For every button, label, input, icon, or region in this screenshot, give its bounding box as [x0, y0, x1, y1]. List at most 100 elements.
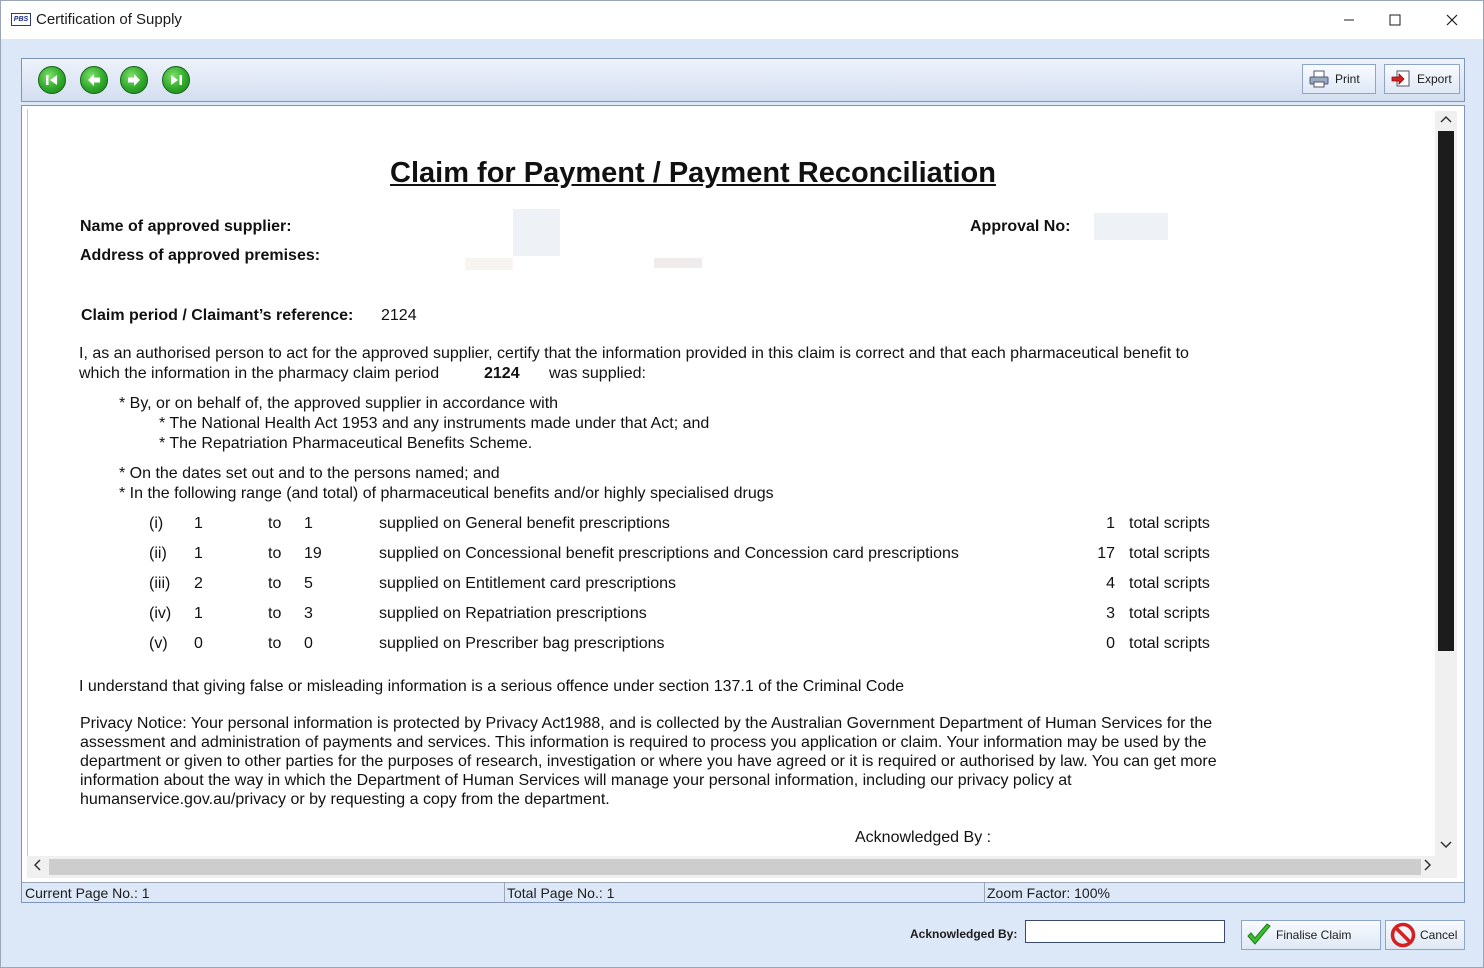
maximize-button[interactable] [1372, 1, 1418, 39]
export-icon [1391, 70, 1410, 87]
range-total: 0 [1106, 635, 1115, 652]
range-description: supplied on Repatriation prescriptions [379, 605, 647, 622]
print-button[interactable]: Print [1302, 64, 1376, 94]
range-to: 5 [304, 575, 313, 592]
range-to-word: to [268, 545, 282, 562]
range-unit: total scripts [1129, 575, 1210, 592]
export-label: Export [1417, 72, 1452, 86]
report-viewer: Claim for Payment / Payment Reconciliati… [21, 105, 1465, 903]
close-icon [1446, 14, 1458, 26]
next-page-button[interactable] [120, 66, 148, 94]
acknowledged-by-text: Acknowledged By : [855, 829, 992, 846]
maximize-icon [1389, 14, 1401, 26]
range-from: 2 [194, 575, 203, 592]
redacted-supplier-name [513, 209, 560, 256]
range-to: 3 [304, 605, 313, 622]
bullet-1b: * The Repatriation Pharmaceutical Benefi… [159, 435, 533, 452]
redacted-approval-no [1094, 213, 1168, 240]
redacted-address-part2 [654, 258, 702, 268]
previous-page-icon [88, 74, 100, 86]
vertical-scrollbar[interactable] [1435, 111, 1457, 856]
document-title: Claim for Payment / Payment Reconciliati… [390, 157, 996, 189]
range-number: (iii) [149, 575, 171, 592]
certification-period: 2124 [484, 365, 520, 382]
range-total: 17 [1097, 545, 1115, 562]
scroll-left-icon[interactable] [32, 858, 42, 875]
range-description: supplied on Prescriber bag prescriptions [379, 635, 665, 652]
approval-label: Approval No: [970, 218, 1071, 235]
range-number: (i) [149, 515, 164, 532]
scroll-down-icon[interactable] [1440, 839, 1452, 853]
range-total: 3 [1106, 605, 1115, 622]
range-total: 4 [1106, 575, 1115, 592]
zoom-status: Zoom Factor: 100% [987, 885, 1110, 901]
bullet-2: * On the dates set out and to the person… [119, 465, 500, 482]
range-from: 1 [194, 605, 203, 622]
last-page-button[interactable] [162, 66, 190, 94]
status-divider [504, 883, 505, 903]
privacy-line: humanservice.gov.au/privacy or by reques… [80, 791, 610, 808]
current-page-status: Current Page No.: 1 [25, 885, 150, 901]
previous-page-button[interactable] [80, 66, 108, 94]
privacy-line: assessment and administration of payment… [80, 734, 1207, 751]
horizontal-scroll-thumb[interactable] [49, 859, 1421, 875]
scroll-right-icon[interactable] [1423, 858, 1433, 875]
range-total: 1 [1106, 515, 1115, 532]
next-page-icon [128, 74, 140, 86]
finalise-claim-label: Finalise Claim [1276, 928, 1352, 942]
close-button[interactable] [1429, 1, 1475, 39]
finalise-claim-button[interactable]: Finalise Claim [1241, 920, 1381, 950]
offence-statement: I understand that giving false or mislea… [79, 678, 905, 695]
window-title: Certification of Supply [36, 11, 182, 28]
range-unit: total scripts [1129, 605, 1210, 622]
scroll-up-icon[interactable] [1440, 113, 1452, 127]
cancel-button[interactable]: Cancel [1385, 920, 1465, 950]
supplier-label: Name of approved supplier: [80, 218, 292, 235]
range-unit: total scripts [1129, 545, 1210, 562]
minimize-button[interactable] [1326, 1, 1372, 39]
claim-period-label: Claim period / Claimant’s reference: [81, 307, 354, 324]
cancel-icon [1390, 922, 1416, 948]
range-number: (v) [149, 635, 168, 652]
range-to-word: to [268, 605, 282, 622]
certification-line-2a: which the information in the pharmacy cl… [79, 365, 440, 382]
range-to: 0 [304, 635, 313, 652]
checkmark-icon [1247, 923, 1271, 945]
range-unit: total scripts [1129, 515, 1210, 532]
range-number: (iv) [149, 605, 172, 622]
acknowledged-by-input[interactable] [1025, 920, 1225, 943]
range-description: supplied on General benefit prescription… [379, 515, 670, 532]
range-unit: total scripts [1129, 635, 1210, 652]
first-page-icon [46, 75, 57, 85]
title-bar: PBS Certification of Supply [1, 1, 1483, 39]
cancel-label: Cancel [1420, 928, 1458, 942]
bullet-1a: * The National Health Act 1953 and any i… [159, 415, 710, 432]
bullet-1: * By, or on behalf of, the approved supp… [119, 395, 559, 412]
report-page: Claim for Payment / Payment Reconciliati… [27, 109, 1434, 859]
address-label: Address of approved premises: [80, 247, 321, 264]
last-page-icon [171, 75, 182, 85]
range-description: supplied on Concessional benefit prescri… [379, 545, 959, 562]
print-label: Print [1335, 72, 1360, 86]
privacy-line: Privacy Notice: Your personal informatio… [80, 715, 1213, 732]
status-bar: Current Page No.: 1 Total Page No.: 1 Zo… [22, 882, 1464, 903]
range-from: 1 [194, 515, 203, 532]
certification-line-2b: was supplied: [549, 365, 646, 382]
app-icon: PBS [11, 13, 31, 26]
range-from: 0 [194, 635, 203, 652]
privacy-notice: Privacy Notice: Your personal informatio… [80, 714, 1217, 809]
acknowledged-by-label: Acknowledged By: [910, 927, 1018, 941]
minimize-icon [1344, 19, 1354, 21]
first-page-button[interactable] [38, 66, 66, 94]
action-bar: Acknowledged By: Finalise Claim Cancel [1, 907, 1483, 967]
vertical-scroll-thumb[interactable] [1438, 131, 1454, 651]
privacy-line: information about the way in which the D… [80, 772, 1072, 789]
claim-period-value: 2124 [381, 307, 417, 324]
certification-line-1: I, as an authorised person to act for th… [79, 345, 1189, 362]
total-page-status: Total Page No.: 1 [507, 885, 615, 901]
horizontal-scrollbar[interactable] [27, 856, 1457, 878]
export-button[interactable]: Export [1384, 64, 1460, 94]
certification-window: PBS Certification of Supply Print Export… [0, 0, 1484, 968]
range-to: 19 [304, 545, 322, 562]
range-number: (ii) [149, 545, 167, 562]
